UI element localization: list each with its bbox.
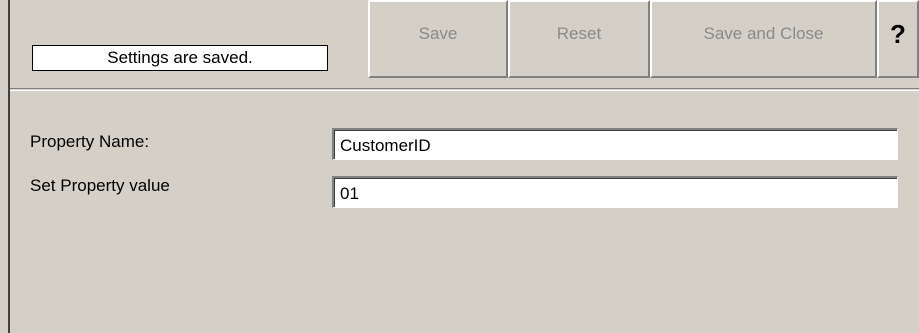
toolbar-divider	[10, 88, 919, 89]
reset-button[interactable]: Reset	[508, 0, 650, 78]
reset-button-label: Reset	[556, 24, 602, 43]
save-and-close-button[interactable]: Save and Close	[650, 0, 877, 78]
save-button[interactable]: Save	[368, 0, 508, 78]
property-value-label: Set Property value	[30, 176, 170, 195]
status-message: Settings are saved.	[32, 45, 328, 71]
save-button-label: Save	[418, 24, 458, 43]
status-text: Settings are saved.	[107, 48, 253, 67]
toolbar: Settings are saved. Save Reset Save and …	[10, 0, 919, 91]
property-name-input[interactable]	[332, 128, 898, 160]
property-name-label: Property Name:	[30, 132, 150, 151]
help-icon: ?	[890, 18, 906, 49]
help-button[interactable]: ?	[877, 0, 919, 78]
property-value-input[interactable]	[332, 176, 898, 208]
settings-window: Settings are saved. Save Reset Save and …	[8, 0, 919, 333]
save-and-close-button-label: Save and Close	[703, 24, 824, 43]
